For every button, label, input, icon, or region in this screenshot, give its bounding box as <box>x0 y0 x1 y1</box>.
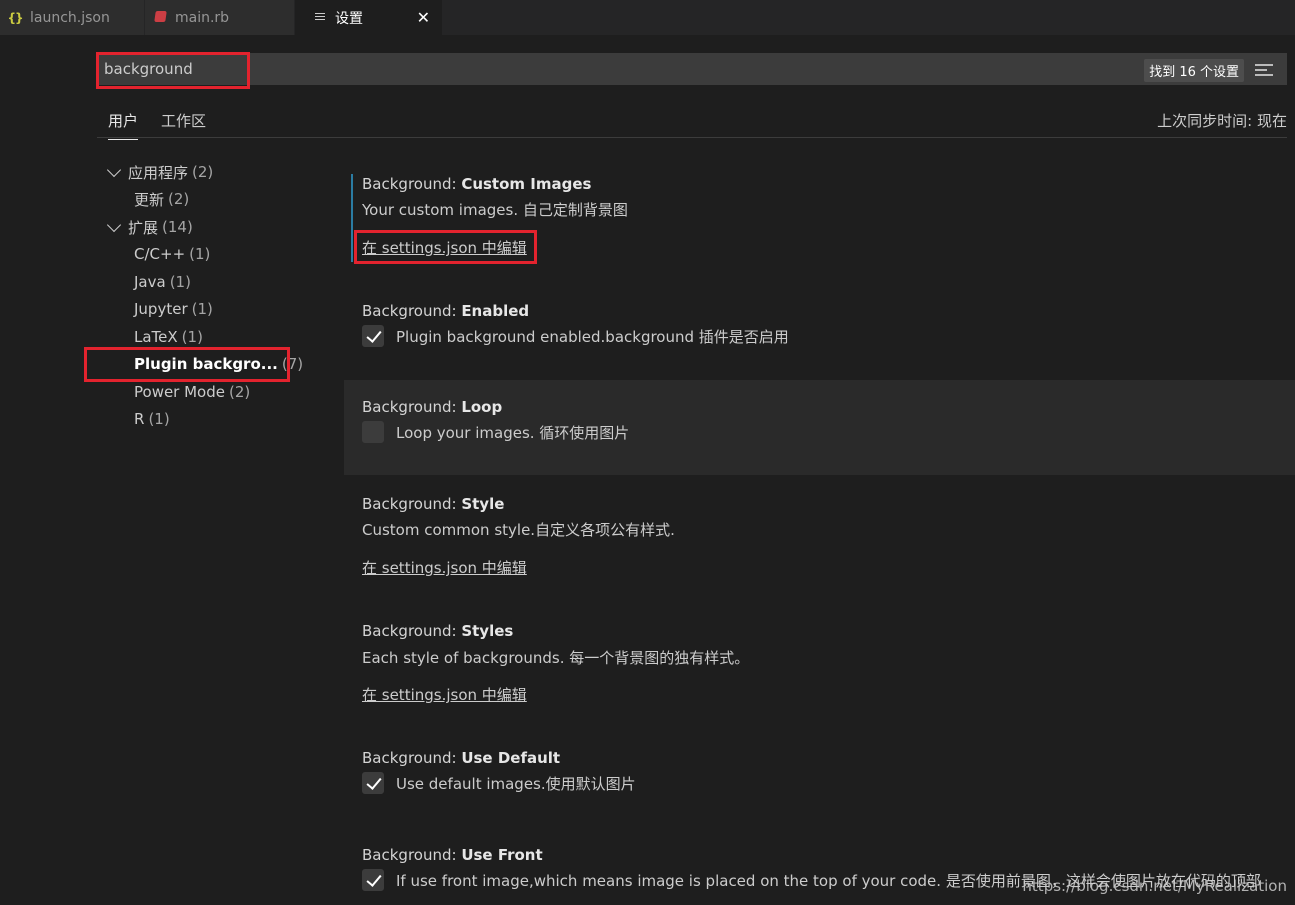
toc-count: (1) <box>169 273 191 291</box>
edit-in-settings-json-link[interactable]: 在 settings.json 中编辑 <box>362 557 527 578</box>
toc-item-application[interactable]: 应用程序 (2) <box>104 160 213 184</box>
loop-checkbox[interactable] <box>362 421 384 443</box>
setting-checkbox-row: Use default images.使用默认图片 <box>362 772 636 794</box>
edit-in-settings-json-link[interactable]: 在 settings.json 中编辑 <box>362 684 527 705</box>
toc-count: (2) <box>229 383 251 401</box>
enabled-checkbox[interactable] <box>362 325 384 347</box>
highlight-box <box>354 230 537 264</box>
tab-user[interactable]: 用户 <box>108 110 139 140</box>
setting-category: Background: <box>362 175 462 193</box>
setting-title: Background: Custom Images <box>362 175 591 193</box>
setting-key: Styles <box>461 622 514 640</box>
setting-title: Background: Use Front <box>362 846 543 864</box>
setting-use-default: Background: Use Default Use default imag… <box>344 733 1295 823</box>
toc-label: C/C++ <box>134 245 186 263</box>
highlight-box <box>84 347 290 382</box>
setting-loop: Background: Loop Loop your images. 循环使用图… <box>344 380 1295 475</box>
setting-checkbox-row: Plugin background enabled.background 插件是… <box>362 325 789 347</box>
toc-item-update[interactable]: 更新 (2) <box>134 187 189 211</box>
toc-label: R <box>134 410 145 428</box>
setting-styles: Background: Styles Each style of backgro… <box>344 605 1295 715</box>
search-result-count: 找到 16 个设置 <box>1144 59 1244 82</box>
tab-label: 设置 <box>335 10 363 27</box>
setting-enabled: Background: Enabled Plugin background en… <box>344 285 1295 375</box>
setting-category: Background: <box>362 749 462 767</box>
use-front-checkbox[interactable] <box>362 869 384 891</box>
setting-title: Background: Use Default <box>362 749 560 767</box>
setting-title: Background: Enabled <box>362 302 529 320</box>
setting-key: Loop <box>461 398 503 416</box>
toc-count: (1) <box>191 300 213 318</box>
toc-count: (2) <box>192 163 214 181</box>
toc-count: (14) <box>162 218 193 236</box>
checkbox-label: Loop your images. 循环使用图片 <box>396 423 630 442</box>
toc-item-latex[interactable]: LaTeX (1) <box>134 325 203 349</box>
chevron-down-icon <box>106 217 122 232</box>
setting-category: Background: <box>362 302 462 320</box>
clear-filter-icon[interactable] <box>1255 64 1273 79</box>
chevron-down-icon <box>106 162 122 177</box>
setting-checkbox-row: Loop your images. 循环使用图片 <box>362 421 629 443</box>
toc-label: 应用程序 <box>128 163 189 182</box>
toc-label: Power Mode <box>134 383 225 401</box>
toc-count: (1) <box>181 328 203 346</box>
settings-scope-tabs: 用户 工作区 上次同步时间: 现在 <box>97 104 1287 140</box>
tab-label: launch.json <box>30 9 110 26</box>
setting-description: Your custom images. 自己定制背景图 <box>362 201 628 219</box>
setting-key: Use Front <box>461 846 543 864</box>
setting-description: Custom common style.自定义各项公有样式. <box>362 521 675 539</box>
toc-label: LaTeX <box>134 328 178 346</box>
editor-tab-bar: {} launch.json main.rb 设置 ✕ <box>0 0 1295 35</box>
tab-settings[interactable]: 设置 ✕ <box>295 0 443 35</box>
json-braces-icon: {} <box>7 10 23 25</box>
setting-key: Style <box>461 495 505 513</box>
checkbox-label: Use default images.使用默认图片 <box>396 774 636 793</box>
toc-count: (1) <box>189 245 211 263</box>
toc-label: 更新 <box>134 190 165 209</box>
toc-item-java[interactable]: Java (1) <box>134 270 191 294</box>
toc-count: (1) <box>148 410 170 428</box>
setting-category: Background: <box>362 846 462 864</box>
use-default-checkbox[interactable] <box>362 772 384 794</box>
setting-key: Use Default <box>461 749 561 767</box>
setting-category: Background: <box>362 622 462 640</box>
setting-description: Each style of backgrounds. 每一个背景图的独有样式。 <box>362 649 750 667</box>
setting-category: Background: <box>362 398 462 416</box>
toc-label: Java <box>134 273 166 291</box>
tab-label: main.rb <box>175 9 230 26</box>
setting-title: Background: Loop <box>362 398 502 416</box>
setting-title: Background: Style <box>362 495 504 513</box>
setting-key: Enabled <box>461 302 530 320</box>
close-icon[interactable]: ✕ <box>417 8 430 27</box>
tab-launch-json[interactable]: {} launch.json <box>0 0 145 35</box>
tab-main-rb[interactable]: main.rb <box>145 0 295 35</box>
setting-key: Custom Images <box>461 175 592 193</box>
setting-category: Background: <box>362 495 462 513</box>
watermark-text: https://blog.csdn.net/MyRealization <box>1022 877 1287 895</box>
sync-status: 上次同步时间: 现在 <box>1157 112 1287 130</box>
setting-style: Background: Style Custom common style.自定… <box>344 478 1295 588</box>
toc-item-r[interactable]: R (1) <box>134 407 170 431</box>
focus-indicator <box>351 174 353 262</box>
highlight-box <box>96 52 250 89</box>
settings-search-bar: 找到 16 个设置 <box>97 53 1287 85</box>
toc-label: 扩展 <box>128 218 159 237</box>
checkbox-label: Plugin background enabled.background 插件是… <box>396 327 789 346</box>
setting-title: Background: Styles <box>362 622 513 640</box>
ruby-icon <box>151 10 169 25</box>
toc-item-extensions[interactable]: 扩展 (14) <box>104 215 193 239</box>
toc-item-jupyter[interactable]: Jupyter (1) <box>134 297 213 321</box>
toc-count: (2) <box>168 190 190 208</box>
toc-item-cpp[interactable]: C/C++ (1) <box>134 242 210 266</box>
toc-label: Jupyter <box>134 300 188 318</box>
toc-item-power-mode[interactable]: Power Mode (2) <box>134 380 250 404</box>
settings-menu-icon <box>311 11 329 25</box>
tab-workspace[interactable]: 工作区 <box>161 110 206 131</box>
